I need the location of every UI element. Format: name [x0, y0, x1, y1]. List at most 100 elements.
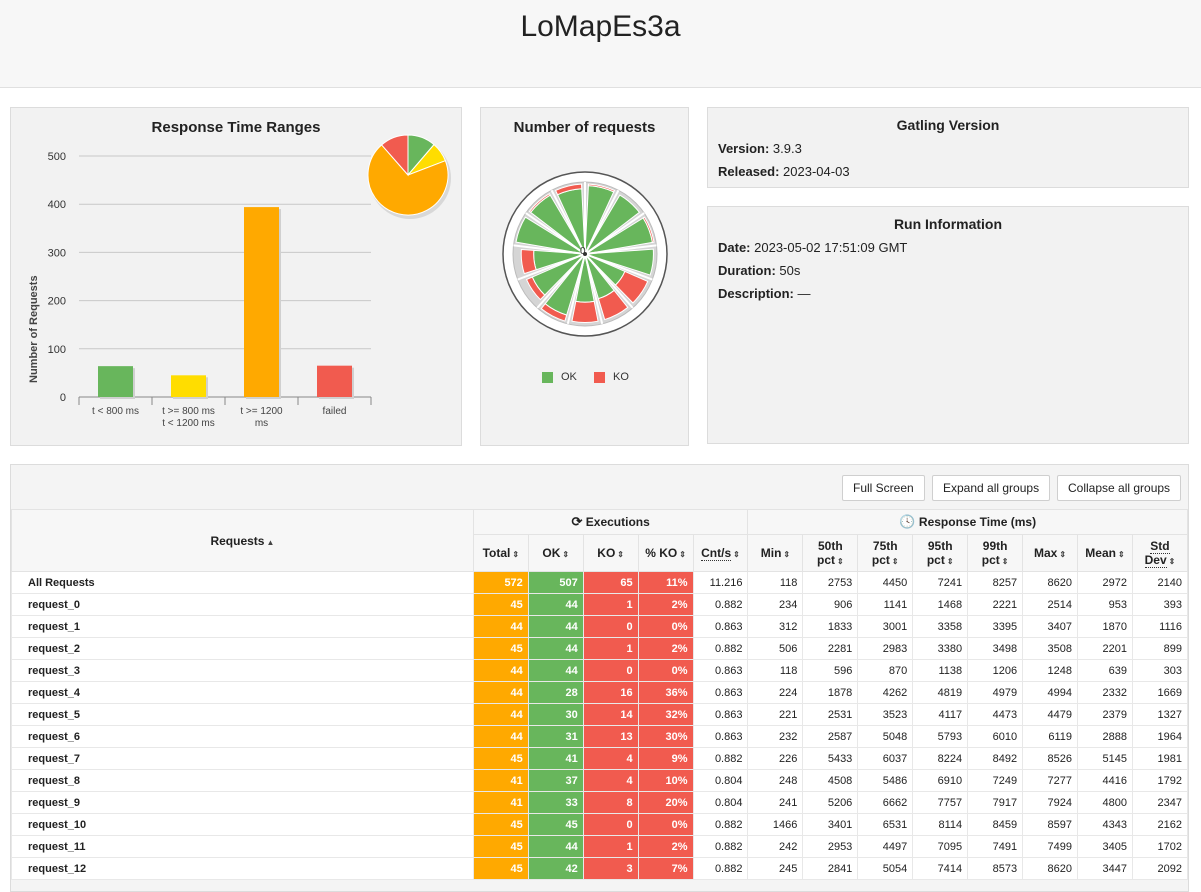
table-row[interactable]: request_3 44 44 0 0% 0.863 118 596 870 1138 1206 12…: [11, 659, 1189, 682]
col-p75[interactable]: 75th pct ⇕: [857, 534, 914, 572]
cell-p95: 1138: [912, 659, 969, 682]
cell-p50: 2281: [802, 637, 859, 660]
table-row[interactable]: request_1 44 44 0 0% 0.863 312 1833 3001 3358 3395…: [11, 615, 1189, 638]
cell-pct: 30%: [637, 725, 694, 748]
cell-cnt: 0.882: [692, 637, 749, 660]
cell-ok: 44: [527, 637, 584, 660]
rtr-ytick-label: 0: [60, 392, 66, 404]
cell-ko: 4: [582, 769, 639, 792]
cell-cnt: 0.863: [692, 681, 749, 704]
version-value: 3.9.3: [772, 141, 802, 156]
cell-min: 312: [747, 615, 804, 638]
cell-p99: 4979: [967, 681, 1024, 704]
nreq-ko-sector[interactable]: [520, 248, 537, 275]
cell-std: 899: [1131, 637, 1189, 660]
cell-mean: 2201: [1077, 637, 1133, 660]
cell-p95: 8224: [912, 747, 969, 770]
table-row-all-requests[interactable]: All Requests 572 507 65 11% 11.216 118 2753 4450…: [11, 571, 1189, 594]
col-total[interactable]: Total ⇕: [472, 534, 529, 572]
table-row[interactable]: request_9 41 33 8 20% 0.804 241 5206 6662 7757 791…: [11, 791, 1189, 814]
cell-total: 41: [472, 791, 529, 814]
col-std[interactable]: Std Dev ⇕: [1131, 534, 1189, 572]
rtr-bar[interactable]: [98, 366, 133, 397]
cell-total: 572: [472, 571, 529, 594]
legend-ok-label: OK: [561, 371, 577, 383]
col-p99[interactable]: 99th pct ⇕: [967, 534, 1024, 572]
cell-min: 506: [747, 637, 804, 660]
cell-cnt: 0.882: [692, 747, 749, 770]
col-cnt[interactable]: Cnt/s ⇕: [692, 534, 749, 572]
cell-p99: 8459: [967, 813, 1024, 836]
cell-std: 393: [1131, 593, 1189, 616]
cell-max: 3508: [1022, 637, 1078, 660]
cell-ok: 44: [527, 835, 584, 858]
cell-p95: 8114: [912, 813, 969, 836]
cell-p50: 2841: [802, 857, 859, 880]
col-mean[interactable]: Mean ⇕: [1077, 534, 1133, 572]
col-pct-ko[interactable]: % KO ⇕: [637, 534, 694, 572]
col-ok[interactable]: OK ⇕: [527, 534, 584, 572]
col-max-label: Max: [1034, 546, 1058, 560]
cell-p99: 3395: [967, 615, 1024, 638]
collapse-all-groups-button[interactable]: Collapse all groups: [1057, 475, 1182, 501]
table-row[interactable]: request_10 45 45 0 0% 0.882 1466 3401 6531 8114 84…: [11, 813, 1189, 836]
col-min[interactable]: Min ⇕: [747, 534, 804, 572]
table-row[interactable]: request_2 45 44 1 2% 0.882 506 2281 2983 3380 3498…: [11, 637, 1189, 660]
cell-cnt: 0.863: [692, 703, 749, 726]
rtr-bar[interactable]: [317, 365, 352, 397]
cell-p95: 4117: [912, 703, 969, 726]
cell-p50: 2531: [802, 703, 859, 726]
cell-p99: 1206: [967, 659, 1024, 682]
cell-name: request_7: [11, 747, 474, 770]
cell-std: 1116: [1131, 615, 1189, 638]
cell-mean: 639: [1077, 659, 1133, 682]
legend-ok[interactable]: OK: [542, 371, 577, 383]
table-row[interactable]: request_5 44 30 14 32% 0.863 221 2531 3523 4117 44…: [11, 703, 1189, 726]
cell-total: 44: [472, 681, 529, 704]
sort-icon: ⇕: [1117, 550, 1125, 559]
table-row[interactable]: request_6 44 31 13 30% 0.863 232 2587 5048 5793 60…: [11, 725, 1189, 748]
table-row[interactable]: request_11 45 44 1 2% 0.882 242 2953 4497 7095 749…: [11, 835, 1189, 858]
table-row[interactable]: request_8 41 37 4 10% 0.804 248 4508 5486 6910 724…: [11, 769, 1189, 792]
requests-column-header[interactable]: Requests ▲: [11, 509, 474, 572]
cell-name: request_6: [11, 725, 474, 748]
cell-ko: 3: [582, 857, 639, 880]
sort-icon: ⇕: [783, 550, 791, 559]
rtr-ytick-label: 300: [48, 247, 66, 259]
cell-p99: 7917: [967, 791, 1024, 814]
cell-p99: 7491: [967, 835, 1024, 858]
legend-ko[interactable]: KO: [594, 371, 629, 383]
version-label: Version:: [718, 141, 770, 156]
cell-pct: 20%: [637, 791, 694, 814]
cell-min: 241: [747, 791, 804, 814]
table-row[interactable]: request_4 44 28 16 36% 0.863 224 1878 4262 4819 49…: [11, 681, 1189, 704]
cell-std: 1792: [1131, 769, 1189, 792]
table-row[interactable]: request_7 45 41 4 9% 0.882 226 5433 6037 8224 8492…: [11, 747, 1189, 770]
table-row[interactable]: request_12 45 42 3 7% 0.882 245 2841 5054 7414 857…: [11, 857, 1189, 880]
cell-p75: 6037: [857, 747, 914, 770]
col-p95[interactable]: 95th pct ⇕: [912, 534, 969, 572]
cell-cnt: 0.863: [692, 725, 749, 748]
cell-min: 245: [747, 857, 804, 880]
col-p50[interactable]: 50th pct ⇕: [802, 534, 859, 572]
col-ko[interactable]: KO ⇕: [582, 534, 639, 572]
col-ok-label: OK: [542, 546, 561, 560]
cell-pct: 36%: [637, 681, 694, 704]
cell-mean: 2379: [1077, 703, 1133, 726]
rtr-bar[interactable]: [171, 375, 206, 397]
cell-max: 7277: [1022, 769, 1078, 792]
full-screen-button[interactable]: Full Screen: [842, 475, 925, 501]
cell-std: 1964: [1131, 725, 1189, 748]
nreq-ko-sector[interactable]: [571, 300, 599, 323]
cell-max: 4994: [1022, 681, 1078, 704]
cell-max: 1248: [1022, 659, 1078, 682]
cell-total: 45: [472, 637, 529, 660]
cell-mean: 4800: [1077, 791, 1133, 814]
table-row[interactable]: request_0 45 44 1 2% 0.882 234 906 1141 1468 2221 2…: [11, 593, 1189, 616]
cell-name: request_1: [11, 615, 474, 638]
rtr-bar[interactable]: [244, 207, 279, 397]
cell-max: 8597: [1022, 813, 1078, 836]
col-max[interactable]: Max ⇕: [1022, 534, 1078, 572]
expand-all-groups-button[interactable]: Expand all groups: [932, 475, 1051, 501]
cell-p50: 1878: [802, 681, 859, 704]
